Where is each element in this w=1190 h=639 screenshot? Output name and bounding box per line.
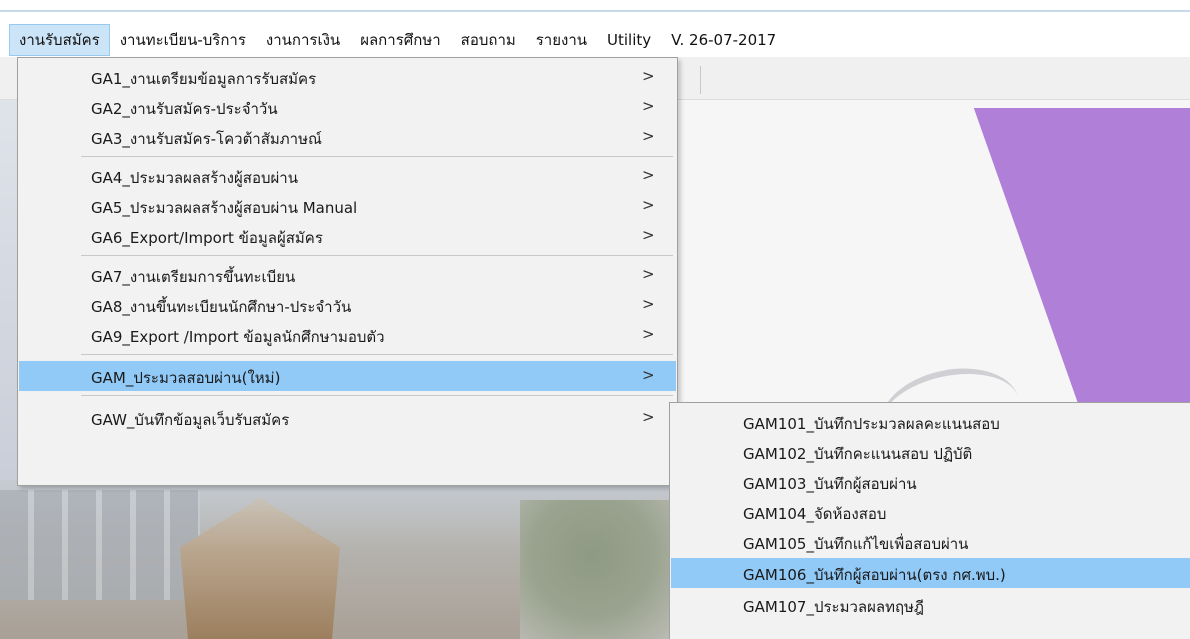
menu-bar: งานรับสมัคร งานทะเบียน-บริการ งานการเงิน… — [0, 23, 1190, 57]
menu-registration-services[interactable]: งานทะเบียน-บริการ — [111, 25, 255, 55]
submenu-item-label: GAM104_จัดห้องสอบ — [743, 505, 887, 523]
menu-item-ga5[interactable]: GA5_ประมวลผลสร้างผู้สอบผ่าน Manual > — [19, 191, 676, 221]
menu-item-label: GA8_งานขึ้นทะเบียนนักศึกษา-ประจำวัน — [91, 298, 352, 316]
submenu-item-label: GAM105_บันทึกแก้ไขเพื่อสอบผ่าน — [743, 535, 969, 553]
menu-separator — [81, 255, 673, 256]
submenu-arrow-icon: > — [642, 226, 655, 244]
menu-item-ga9[interactable]: GA9_Export /Import ข้อมูลนักศึกษามอบตัว … — [19, 320, 676, 350]
menu-item-ga2[interactable]: GA2_งานรับสมัคร-ประจำวัน > — [19, 92, 676, 122]
menu-item-label: GA3_งานรับสมัคร-โควต้าสัมภาษณ์ — [91, 130, 322, 148]
menu-item-ga6[interactable]: GA6_Export/Import ข้อมูลผู้สมัคร > — [19, 221, 676, 251]
submenu-item-label: GAM102_บันทึกคะแนนสอบ ปฏิบัติ — [743, 445, 973, 463]
menu-item-label: GA7_งานเตรียมการขึ้นทะเบียน — [91, 268, 296, 286]
menu-item-ga4[interactable]: GA4_ประมวลผลสร้างผู้สอบผ่าน > — [19, 161, 676, 191]
menu-item-ga7[interactable]: GA7_งานเตรียมการขึ้นทะเบียน > — [19, 260, 676, 290]
menu-reports[interactable]: รายงาน — [527, 25, 596, 55]
menu-item-label: GA6_Export/Import ข้อมูลผู้สมัคร — [91, 229, 323, 247]
submenu-arrow-icon: > — [642, 325, 655, 343]
menu-inquiry[interactable]: สอบถาม — [452, 25, 525, 55]
submenu-item-gam101[interactable]: GAM101_บันทึกประมวลผลคะแนนสอบ — [671, 407, 1190, 437]
menu-item-label: GA4_ประมวลผลสร้างผู้สอบผ่าน — [91, 169, 298, 187]
submenu-arrow-icon: > — [642, 295, 655, 313]
submenu-arrow-icon: > — [642, 366, 655, 384]
submenu-item-gam103[interactable]: GAM103_บันทึกผู้สอบผ่าน — [671, 467, 1190, 497]
background-flag-strip — [0, 100, 18, 480]
admissions-dropdown-menu: GA1_งานเตรียมข้อมูลการรับสมัคร > GA2_งาน… — [17, 57, 678, 486]
submenu-item-gam105[interactable]: GAM105_บันทึกแก้ไขเพื่อสอบผ่าน — [671, 527, 1190, 557]
submenu-arrow-icon: > — [642, 408, 655, 426]
submenu-item-label: GAM103_บันทึกผู้สอบผ่าน — [743, 475, 917, 493]
menu-item-ga8[interactable]: GA8_งานขึ้นทะเบียนนักศึกษา-ประจำวัน > — [19, 290, 676, 320]
submenu-item-gam104[interactable]: GAM104_จัดห้องสอบ — [671, 497, 1190, 527]
submenu-arrow-icon: > — [642, 67, 655, 85]
submenu-arrow-icon: > — [642, 127, 655, 145]
menu-item-ga1[interactable]: GA1_งานเตรียมข้อมูลการรับสมัคร > — [19, 62, 676, 92]
submenu-arrow-icon: > — [642, 265, 655, 283]
menu-item-label: GAW_บันทึกข้อมูลเว็บรับสมัคร — [91, 411, 290, 429]
version-label: V. 26-07-2017 — [671, 31, 777, 49]
menu-item-label: GA1_งานเตรียมข้อมูลการรับสมัคร — [91, 70, 317, 88]
menu-finance[interactable]: งานการเงิน — [257, 25, 349, 55]
submenu-item-label: GAM107_ประมวลผลทฤษฎี — [743, 598, 925, 616]
window-top-stripe — [0, 0, 1190, 22]
gam-submenu: GAM101_บันทึกประมวลผลคะแนนสอบ GAM102_บัน… — [669, 402, 1190, 639]
menu-item-label: GA2_งานรับสมัคร-ประจำวัน — [91, 100, 278, 118]
submenu-arrow-icon: > — [642, 196, 655, 214]
menu-separator — [81, 156, 673, 157]
menu-item-ga3[interactable]: GA3_งานรับสมัคร-โควต้าสัมภาษณ์ > — [19, 122, 676, 152]
submenu-item-label: GAM101_บันทึกประมวลผลคะแนนสอบ — [743, 415, 1000, 433]
submenu-item-label: GAM106_บันทึกผู้สอบผ่าน(ตรง กศ.พบ.) — [743, 566, 1006, 584]
menu-item-label: GA9_Export /Import ข้อมูลนักศึกษามอบตัว — [91, 328, 385, 346]
toolbar-separator — [700, 66, 701, 94]
menu-academic-results[interactable]: ผลการศึกษา — [351, 25, 449, 55]
submenu-arrow-icon: > — [642, 166, 655, 184]
menu-item-gam[interactable]: GAM_ประมวลสอบผ่าน(ใหม่) > — [19, 361, 676, 391]
background-building — [0, 490, 200, 600]
submenu-arrow-icon: > — [642, 97, 655, 115]
submenu-item-gam106[interactable]: GAM106_บันทึกผู้สอบผ่าน(ตรง กศ.พบ.) — [671, 558, 1190, 588]
menu-item-label: GAM_ประมวลสอบผ่าน(ใหม่) — [91, 369, 281, 387]
menu-item-gaw[interactable]: GAW_บันทึกข้อมูลเว็บรับสมัคร > — [19, 403, 676, 433]
menu-admissions[interactable]: งานรับสมัคร — [9, 24, 110, 56]
menu-separator — [81, 395, 673, 396]
menu-separator — [81, 354, 673, 355]
menu-utility[interactable]: Utility — [598, 25, 660, 55]
menu-item-label: GA5_ประมวลผลสร้างผู้สอบผ่าน Manual — [91, 199, 358, 217]
submenu-item-gam107[interactable]: GAM107_ประมวลผลทฤษฎี — [671, 590, 1190, 620]
submenu-item-gam102[interactable]: GAM102_บันทึกคะแนนสอบ ปฏิบัติ — [671, 437, 1190, 467]
